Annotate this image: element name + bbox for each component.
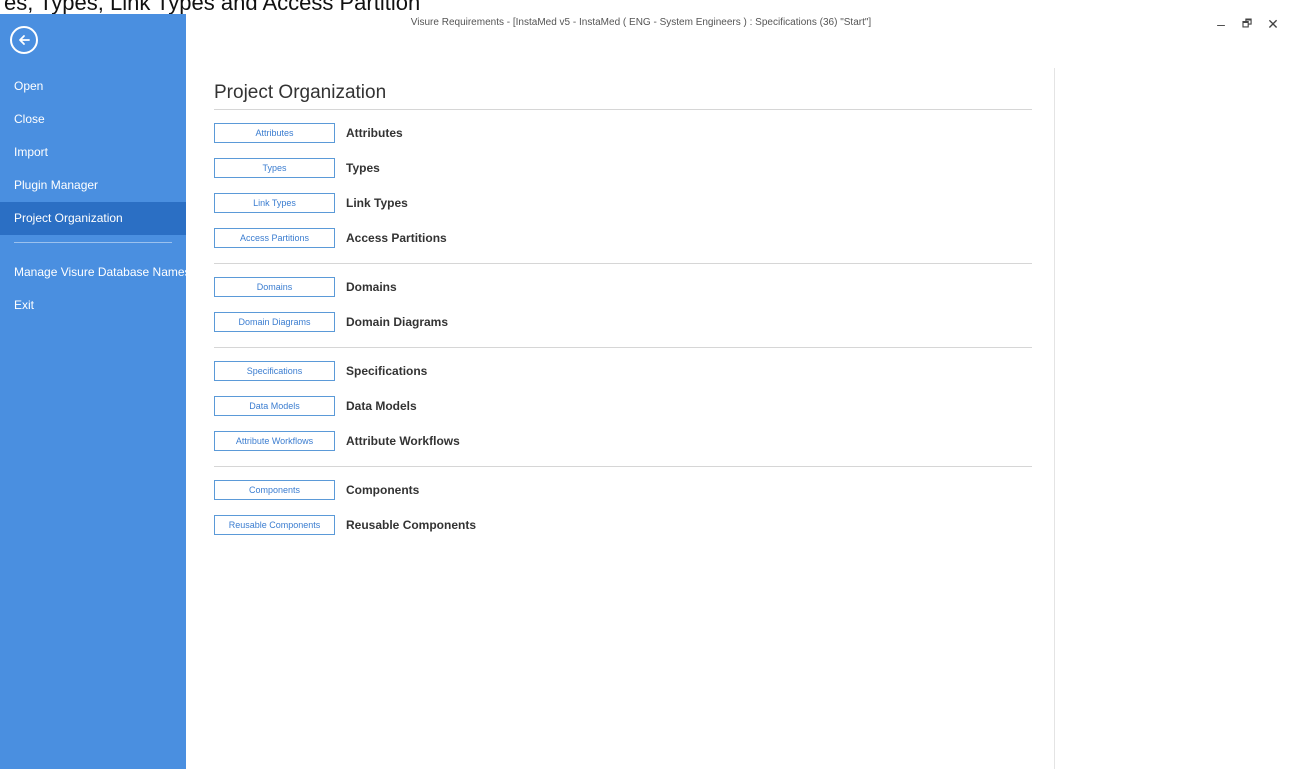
title-divider — [214, 109, 1032, 110]
sidebar-item-close[interactable]: Close — [0, 103, 186, 136]
group-divider — [214, 263, 1032, 264]
data-models-label: Data Models — [346, 399, 417, 413]
sidebar-item-plugin-manager[interactable]: Plugin Manager — [0, 169, 186, 202]
top-strip-text: es, Types, Link Types and Access Partiti… — [4, 0, 420, 14]
data-models-button[interactable]: Data Models — [214, 396, 335, 416]
sidebar-item-exit[interactable]: Exit — [0, 289, 186, 322]
domain-diagrams-label: Domain Diagrams — [346, 315, 449, 329]
attributes-label: Attributes — [346, 126, 403, 140]
domains-button[interactable]: Domains — [214, 277, 335, 297]
link-types-label: Link Types — [346, 196, 408, 210]
close-window-button[interactable]: ✕ — [1260, 14, 1286, 34]
domain-diagrams-button[interactable]: Domain Diagrams — [214, 312, 335, 332]
attribute-workflows-button[interactable]: Attribute Workflows — [214, 431, 335, 451]
specifications-label: Specifications — [346, 364, 428, 378]
group-divider — [214, 466, 1032, 467]
sidebar-item-import[interactable]: Import — [0, 136, 186, 169]
sidebar-item-open[interactable]: Open — [0, 70, 186, 103]
link-types-button[interactable]: Link Types — [214, 193, 335, 213]
sidebar-item-manage-database-names[interactable]: Manage Visure Database Names — [0, 256, 191, 289]
group-divider — [214, 347, 1032, 348]
backstage-sidebar: Open Close Import Plugin Manager Project… — [0, 14, 191, 769]
back-button[interactable] — [10, 26, 38, 54]
window-title: Visure Requirements - [InstaMed v5 - Ins… — [410, 17, 872, 28]
components-button[interactable]: Components — [214, 480, 335, 500]
minimize-button[interactable]: – — [1208, 14, 1234, 34]
back-arrow-circle-icon — [19, 35, 30, 45]
access-partitions-label: Access Partitions — [346, 231, 447, 245]
attribute-workflows-label: Attribute Workflows — [346, 434, 460, 448]
sidebar-item-project-organization[interactable]: Project Organization — [0, 202, 186, 235]
access-partitions-button[interactable]: Access Partitions — [214, 228, 335, 248]
app-window: es, Types, Link Types and Access Partiti… — [0, 0, 1290, 769]
restore-button[interactable]: 🗗 — [1234, 14, 1260, 34]
reusable-components-button[interactable]: Reusable Components — [214, 515, 335, 535]
attributes-button[interactable]: Attributes — [214, 123, 335, 143]
specifications-button[interactable]: Specifications — [214, 361, 335, 381]
top-strip: es, Types, Link Types and Access Partiti… — [0, 0, 420, 14]
reusable-components-label: Reusable Components — [346, 518, 477, 532]
types-button[interactable]: Types — [214, 158, 335, 178]
sidebar-separator — [14, 242, 172, 243]
domains-label: Domains — [346, 280, 397, 294]
right-pane-divider — [1054, 68, 1055, 769]
components-label: Components — [346, 483, 420, 497]
types-label: Types — [346, 161, 380, 175]
page-title: Project Organization — [214, 82, 387, 103]
